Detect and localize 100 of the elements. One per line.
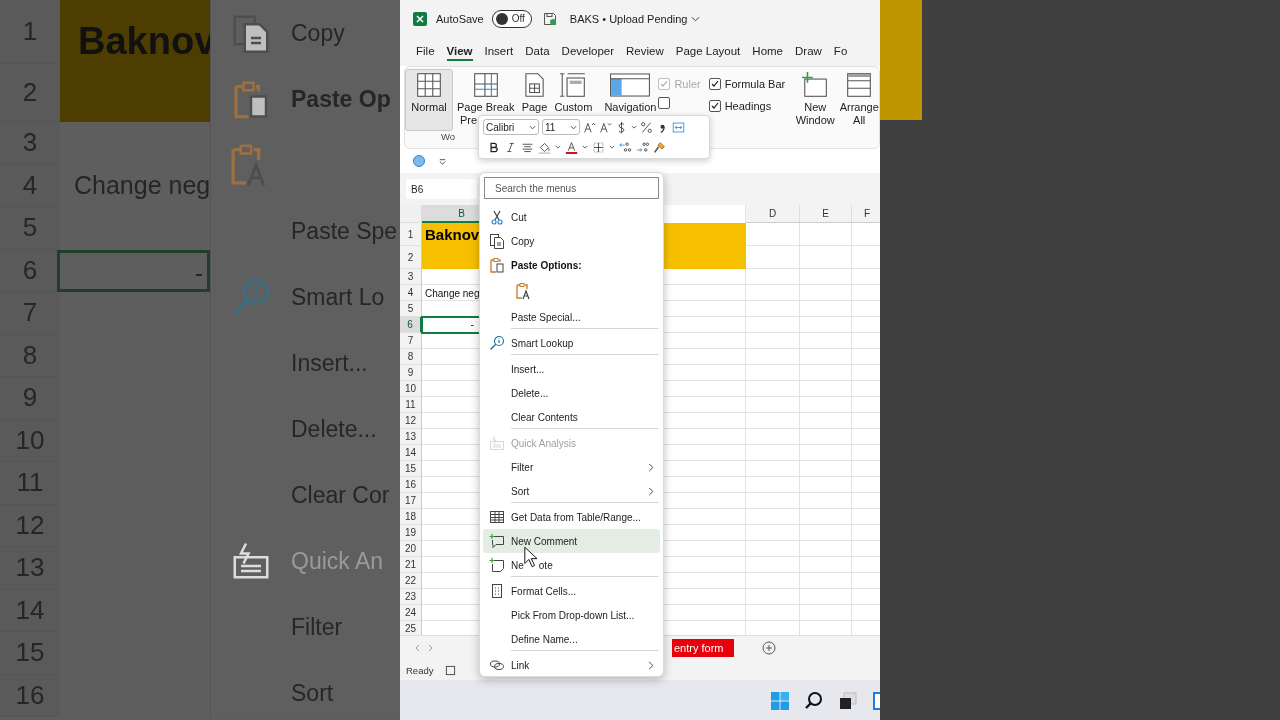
checkbox[interactable]: [658, 96, 671, 109]
row-header[interactable]: 8: [400, 349, 422, 366]
row-header[interactable]: 9: [400, 365, 422, 382]
ribbon-tab[interactable]: Developer: [561, 42, 614, 61]
save-icon[interactable]: [541, 10, 558, 27]
row-header[interactable]: 13: [400, 429, 422, 446]
ribbon-tab[interactable]: Review: [626, 42, 664, 61]
shrink-font-icon[interactable]: [599, 120, 612, 134]
ribbon-tab[interactable]: Insert: [484, 42, 514, 61]
row-header[interactable]: 4: [400, 285, 422, 302]
comment-plus-icon: [489, 533, 505, 549]
menu-section-label: Paste Options:: [511, 259, 582, 271]
menu-item-label: Clear Cor: [291, 481, 390, 509]
menu-item[interactable]: Format Cells...: [483, 579, 660, 603]
chevron-down-icon[interactable]: [631, 125, 637, 129]
menu-item-label: Smart Lo: [291, 283, 385, 311]
row-header[interactable]: 23: [400, 589, 422, 606]
add-sheet-icon[interactable]: [761, 641, 776, 656]
row-header[interactable]: 15: [400, 461, 422, 478]
column-header[interactable]: D: [746, 205, 800, 224]
checkbox-label: Headings: [724, 99, 772, 112]
row-header[interactable]: 11: [400, 397, 422, 414]
name-box[interactable]: B6: [406, 179, 477, 200]
app-icon[interactable]: [872, 691, 880, 712]
row-header[interactable]: 3: [400, 269, 422, 286]
start-icon[interactable]: [770, 691, 790, 712]
view-button[interactable]: Normal: [405, 68, 453, 131]
chevron-down-icon[interactable]: [555, 145, 561, 149]
increase-decimal-icon[interactable]: [619, 140, 632, 154]
chevron-down-icon[interactable]: [582, 145, 588, 149]
circle-icon[interactable]: [412, 154, 426, 169]
row-header[interactable]: 18: [400, 509, 422, 526]
group-label: Wo: [440, 130, 456, 142]
navigation-button[interactable]: Navigation: [602, 68, 659, 116]
task-view-icon[interactable]: [838, 691, 858, 712]
table-icon: [489, 509, 505, 525]
window-button[interactable]: Arrange All: [837, 68, 880, 129]
format-painter-icon[interactable]: [653, 140, 666, 154]
row-header[interactable]: 24: [400, 605, 422, 622]
menu-item[interactable]: Insert...: [483, 357, 660, 381]
menu-item[interactable]: New Comment: [483, 529, 660, 553]
decrease-decimal-icon[interactable]: [636, 140, 649, 154]
search-info-icon: [231, 277, 271, 317]
menu-item[interactable]: Get Data from Table/Range...: [483, 505, 660, 529]
row-header[interactable]: 7: [400, 333, 422, 350]
italic-icon[interactable]: [504, 140, 517, 154]
window-button[interactable]: New Window: [793, 68, 838, 129]
ribbon-tab[interactable]: Fo: [833, 42, 848, 61]
row-header[interactable]: 25: [400, 621, 422, 636]
autosave-toggle[interactable]: Off: [491, 9, 532, 28]
ribbon-tab[interactable]: Page Layout: [675, 42, 741, 61]
sheet-tab[interactable]: entry form: [672, 639, 734, 658]
column-header[interactable]: F: [852, 205, 880, 224]
customize-dropdown-icon[interactable]: [438, 156, 447, 166]
menu-item[interactable]: Pick From Drop-down List...: [483, 603, 660, 627]
ribbon-tab[interactable]: View: [446, 42, 473, 61]
note-plus-icon: [489, 557, 505, 573]
menu-item[interactable]: Filter: [483, 455, 660, 479]
menu-item[interactable]: Link: [483, 653, 660, 677]
grow-font-icon[interactable]: [583, 120, 596, 134]
row-header[interactable]: 1: [400, 223, 422, 247]
clipboard-icon: [489, 257, 505, 273]
quick-analysis-icon: [231, 541, 271, 581]
chevron-down-icon: [529, 124, 536, 130]
font-size-dropdown[interactable]: 11: [542, 119, 580, 135]
checkbox[interactable]: [708, 77, 721, 90]
ribbon-tab[interactable]: Draw: [795, 42, 822, 61]
chevron-down-icon[interactable]: [609, 145, 615, 149]
title-cell: Baknov: [60, 0, 210, 122]
row-header[interactable]: 10: [400, 381, 422, 398]
row-header[interactable]: 2: [400, 246, 422, 270]
document-title[interactable]: BAKS • Upload Pending: [569, 12, 701, 25]
copy-icon: [231, 13, 271, 53]
font-color-icon[interactable]: [565, 140, 578, 154]
row-header[interactable]: 5: [400, 301, 422, 318]
checkbox[interactable]: [708, 99, 721, 112]
row-header[interactable]: 14: [400, 445, 422, 462]
row-header[interactable]: 16: [400, 477, 422, 494]
fill-color-icon[interactable]: [538, 140, 551, 154]
row-header[interactable]: 21: [400, 557, 422, 574]
ribbon-tab[interactable]: File: [416, 42, 435, 61]
row-header[interactable]: 20: [400, 541, 422, 558]
menu-item-label: Insert...: [291, 349, 368, 377]
row-header[interactable]: 19: [400, 525, 422, 542]
row-header[interactable]: 17: [400, 493, 422, 510]
mouse-pointer-icon: [524, 545, 537, 569]
ribbon-tab[interactable]: Data: [525, 42, 550, 61]
menu-item[interactable]: Copy: [483, 229, 660, 253]
font-dropdown[interactable]: Calibri: [483, 119, 539, 135]
borders-icon[interactable]: [592, 140, 605, 154]
row-header[interactable]: 22: [400, 573, 422, 590]
column-header[interactable]: E: [800, 205, 852, 224]
search-field[interactable]: Search the menus: [484, 177, 659, 199]
row-header[interactable]: 12: [400, 413, 422, 430]
percent-icon[interactable]: [640, 120, 653, 134]
row-header[interactable]: 6: [400, 317, 422, 334]
menu-item[interactable]: Delete...: [483, 381, 660, 405]
bold-icon[interactable]: [487, 140, 500, 154]
chevron-down-icon: [691, 15, 701, 22]
ribbon-tab[interactable]: Home: [752, 42, 783, 61]
